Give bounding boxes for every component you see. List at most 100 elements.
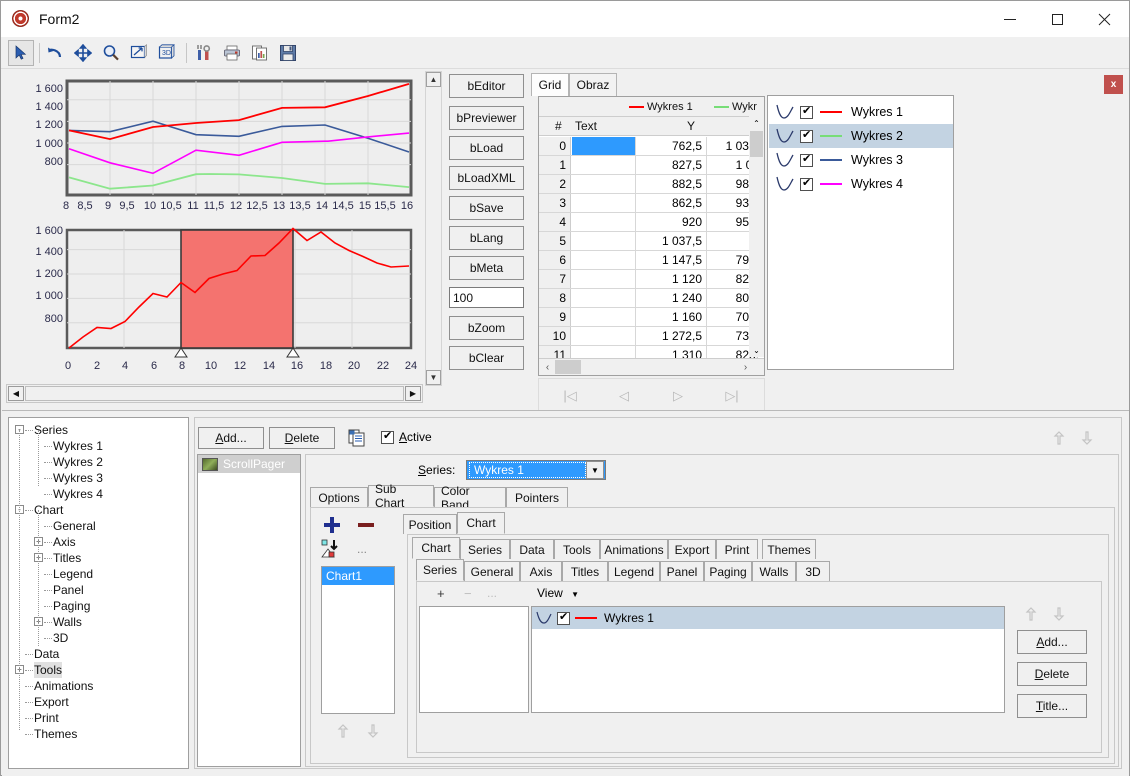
b-meta-button[interactable]: bMeta — [449, 256, 524, 280]
chart-horizontal-scrollbar[interactable]: ◀ ▶ — [6, 384, 423, 403]
plus-icon[interactable] — [321, 514, 345, 536]
grid-vertical-scrollbar[interactable]: ⌃ ⌄ — [749, 116, 764, 357]
scroll-left-arrow[interactable]: ◀ — [8, 386, 24, 401]
subchart-move-up-icon[interactable] — [333, 723, 349, 739]
tools-list[interactable]: ScrollPager — [197, 454, 301, 767]
panel-close-button[interactable]: x — [1104, 75, 1123, 94]
tab-panel-l4[interactable]: Panel — [660, 561, 704, 581]
tree-node-legend[interactable]: Legend — [53, 566, 93, 582]
cell-y[interactable]: 1 037,5 — [637, 232, 707, 250]
tree-node-panel[interactable]: Panel — [53, 582, 84, 598]
scroll-pager-plot[interactable] — [65, 222, 413, 358]
cell-text[interactable] — [572, 213, 636, 231]
tab-sub-chart[interactable]: Sub Chart — [368, 482, 434, 510]
tab-color-band[interactable]: Color Band — [434, 484, 506, 512]
tab-print-l3[interactable]: Print — [716, 539, 758, 559]
chevron-down-icon[interactable]: ▼ — [571, 590, 579, 599]
inner-add-button[interactable]: Add...Add... — [1017, 630, 1087, 654]
tree-node-animations[interactable]: Animations — [34, 678, 93, 694]
table-row[interactable]: 4 920 953, — [539, 213, 759, 232]
b-editor-button[interactable]: bEditor — [449, 74, 524, 98]
tree-node-wykres-2[interactable]: Wykres 2 — [53, 454, 103, 470]
cell-text[interactable] — [572, 289, 636, 307]
zoom-value-input[interactable]: 100 — [449, 287, 524, 308]
tab-axis-l4[interactable]: Axis — [520, 561, 562, 581]
series-visible-checkbox[interactable] — [800, 176, 813, 191]
tab-obraz[interactable]: Obraz — [569, 73, 617, 96]
series-visible-checkbox[interactable] — [800, 152, 813, 167]
inner-delete-button[interactable]: DeleteDelete — [1017, 662, 1087, 686]
add-series-button[interactable]: AAdd...dd... — [198, 427, 264, 449]
table-row[interactable]: 71 120 823, — [539, 270, 759, 289]
assign-series-icon[interactable] — [321, 538, 345, 560]
tab-options[interactable]: Options — [310, 487, 368, 507]
grid-scroll-down[interactable]: ⌄ — [749, 343, 764, 357]
scroll-pager-chart[interactable]: 800 1 000 1 200 1 400 1 600 0 2 4 6 8 10… — [13, 225, 418, 377]
table-row[interactable]: 1 827,5 1 01 — [539, 156, 759, 175]
tab-grid[interactable]: Grid — [531, 73, 569, 96]
tab-legend-l4[interactable]: Legend — [608, 561, 660, 581]
inner-title-button[interactable]: Title...Title... — [1017, 694, 1087, 718]
table-row[interactable]: 10 1 272,5 739, — [539, 327, 759, 346]
cell-text[interactable] — [572, 156, 636, 174]
tree-node-data[interactable]: Data — [34, 646, 59, 662]
tab-3d-l4[interactable]: 3D — [796, 561, 830, 581]
cell-y[interactable]: 1 160 — [637, 308, 707, 326]
table-row[interactable]: 61 147,5 791, — [539, 251, 759, 270]
cell-text[interactable] — [572, 175, 636, 193]
tab-walls-l4[interactable]: Walls — [752, 561, 796, 581]
sub-chart-list[interactable]: Chart1 — [321, 566, 395, 714]
cell-text[interactable] — [572, 308, 636, 326]
table-row[interactable]: 2 882,5 982, — [539, 175, 759, 194]
delete-series-button[interactable]: DeleteDelete — [269, 427, 335, 449]
tab-general-l4[interactable]: General — [464, 561, 520, 581]
tree-node-general[interactable]: General — [53, 518, 96, 534]
scroll-down-arrow[interactable]: ▼ — [426, 370, 441, 385]
cell-y[interactable]: 1 240 — [637, 289, 707, 307]
tab-series-l3[interactable]: Series — [460, 539, 510, 559]
save-icon[interactable] — [275, 40, 301, 66]
tab-pointers[interactable]: Pointers — [506, 487, 568, 507]
inner-minus-icon[interactable]: − — [464, 586, 472, 601]
b-clear-button[interactable]: bClear — [449, 346, 524, 370]
next-record-icon[interactable]: ▷ — [665, 385, 691, 407]
ellipsis-icon[interactable]: ... — [357, 542, 367, 556]
subchart-move-down-icon[interactable] — [367, 723, 383, 739]
tab-paging-l4[interactable]: Paging — [704, 561, 752, 581]
b-loadxml-button[interactable]: bLoadXML — [449, 166, 524, 190]
tree-node-export[interactable]: Export — [34, 694, 69, 710]
move-down-icon[interactable] — [1081, 430, 1097, 446]
series-legend-item[interactable]: Wykres 1 — [769, 100, 953, 124]
tree-node-3d[interactable]: 3D — [53, 630, 68, 646]
col-header-text[interactable]: Text — [575, 119, 597, 133]
select-arrow-icon[interactable] — [8, 40, 34, 66]
table-row[interactable]: 81 240 801, — [539, 289, 759, 308]
cell-y[interactable]: 1 120 — [637, 270, 707, 288]
cell-y[interactable]: 920 — [637, 213, 707, 231]
list-item-chart1[interactable]: Chart1 — [322, 567, 394, 585]
series-legend-item[interactable]: Wykres 4 — [769, 172, 953, 196]
list-item-wykres1[interactable]: Wykres 1 — [532, 607, 1004, 629]
chevron-down-icon[interactable]: ▼ — [586, 461, 604, 479]
inner-series-list[interactable]: Wykres 1 — [531, 606, 1005, 713]
cell-text[interactable] — [572, 327, 636, 345]
cell-text[interactable] — [572, 194, 636, 212]
active-checkbox-box[interactable] — [381, 429, 394, 444]
grid-hscroll-thumb[interactable] — [555, 360, 581, 374]
scroll-right-arrow[interactable]: ▶ — [405, 386, 421, 401]
table-row[interactable]: 51 037,58 — [539, 232, 759, 251]
tree-node-print[interactable]: Print — [34, 710, 59, 726]
cell-y[interactable]: 1 272,5 — [637, 327, 707, 345]
table-row[interactable]: 0 762,5 1 039, — [539, 137, 759, 156]
tree-node-wykres-3[interactable]: Wykres 3 — [53, 470, 103, 486]
clone-icon[interactable] — [347, 428, 367, 448]
grid-scroll-up[interactable]: ⌃ — [749, 116, 764, 130]
tab-animations-l3[interactable]: Animations — [600, 539, 668, 559]
copy-icon[interactable] — [247, 40, 273, 66]
first-record-icon[interactable]: |◁ — [557, 385, 583, 407]
series-legend-item[interactable]: Wykres 2 — [769, 124, 953, 148]
table-row[interactable]: 3 862,5 932, — [539, 194, 759, 213]
prev-record-icon[interactable]: ◁ — [611, 385, 637, 407]
tab-themes-l3[interactable]: Themes — [762, 539, 816, 559]
b-load-button[interactable]: bLoad — [449, 136, 524, 160]
